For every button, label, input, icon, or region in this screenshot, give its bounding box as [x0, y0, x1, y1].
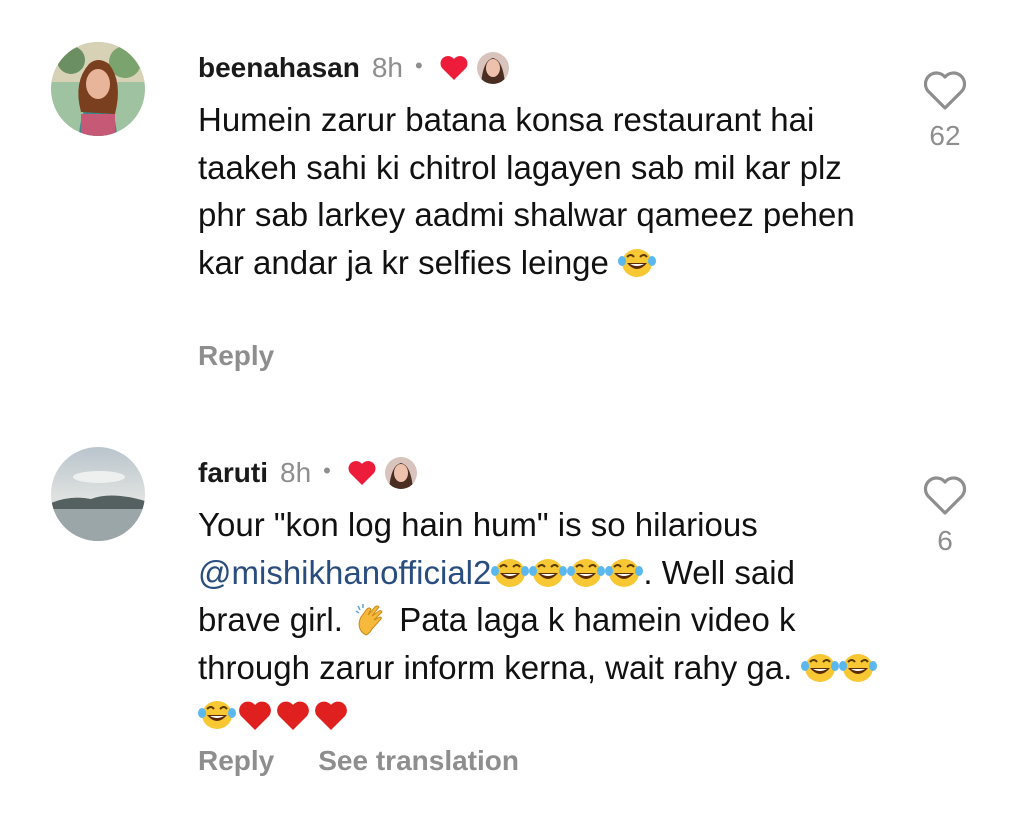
face-with-tears-of-joy-emoji [839, 651, 877, 685]
like-count: 62 [929, 120, 961, 151]
reply-button[interactable]: Reply [198, 745, 274, 777]
red-heart-emoji [274, 698, 312, 732]
comment-text-content: Humein zarur batana konsa restaurant hai… [198, 101, 855, 281]
creator-avatar [384, 457, 417, 489]
avatar[interactable] [51, 447, 145, 541]
mention-link[interactable]: @mishikhanofficial2 [198, 554, 491, 591]
comment-actions: Reply [198, 340, 318, 372]
see-translation-button[interactable]: See translation [318, 745, 519, 777]
face-with-tears-of-joy-emoji [618, 246, 656, 280]
face-with-tears-of-joy-emoji [198, 698, 236, 732]
heart-outline-icon[interactable] [921, 68, 969, 112]
creator-liked-heart-icon [439, 54, 469, 82]
heart-outline-icon[interactable] [921, 473, 969, 517]
username[interactable]: beenahasan [198, 52, 360, 84]
comment-text-part: Your "kon log hain hum" is so hilarious [198, 506, 758, 543]
face-with-tears-of-joy-emoji [801, 651, 839, 685]
like-count: 6 [937, 525, 953, 556]
comment-header: beenahasan 8h • [198, 48, 509, 88]
timestamp: 8h [280, 457, 312, 488]
face-with-tears-of-joy-emoji [529, 556, 567, 590]
face-with-tears-of-joy-emoji [605, 556, 643, 590]
red-heart-emoji [312, 698, 350, 732]
timestamp: 8h [371, 52, 404, 83]
comment-actions: Reply See translation [198, 745, 563, 777]
face-with-tears-of-joy-emoji [567, 556, 605, 590]
comment-text: Your "kon log hain hum" is so hilarious … [198, 501, 878, 739]
face-with-tears-of-joy-emoji [491, 556, 529, 590]
creator-liked-heart-icon [347, 459, 377, 487]
reply-button[interactable]: Reply [198, 340, 274, 372]
comment-text: Humein zarur batana konsa restaurant hai… [198, 96, 878, 286]
comment-header: faruti 8h • [198, 453, 417, 493]
red-heart-emoji [236, 698, 274, 732]
separator-dot: • [323, 458, 331, 483]
username[interactable]: faruti [198, 457, 268, 489]
like-button[interactable]: 62 [918, 68, 972, 152]
like-button[interactable]: 6 [918, 473, 972, 557]
creator-avatar [476, 52, 509, 84]
avatar[interactable] [51, 42, 145, 136]
clapping-hands-emoji [352, 603, 390, 637]
separator-dot: • [415, 53, 423, 78]
